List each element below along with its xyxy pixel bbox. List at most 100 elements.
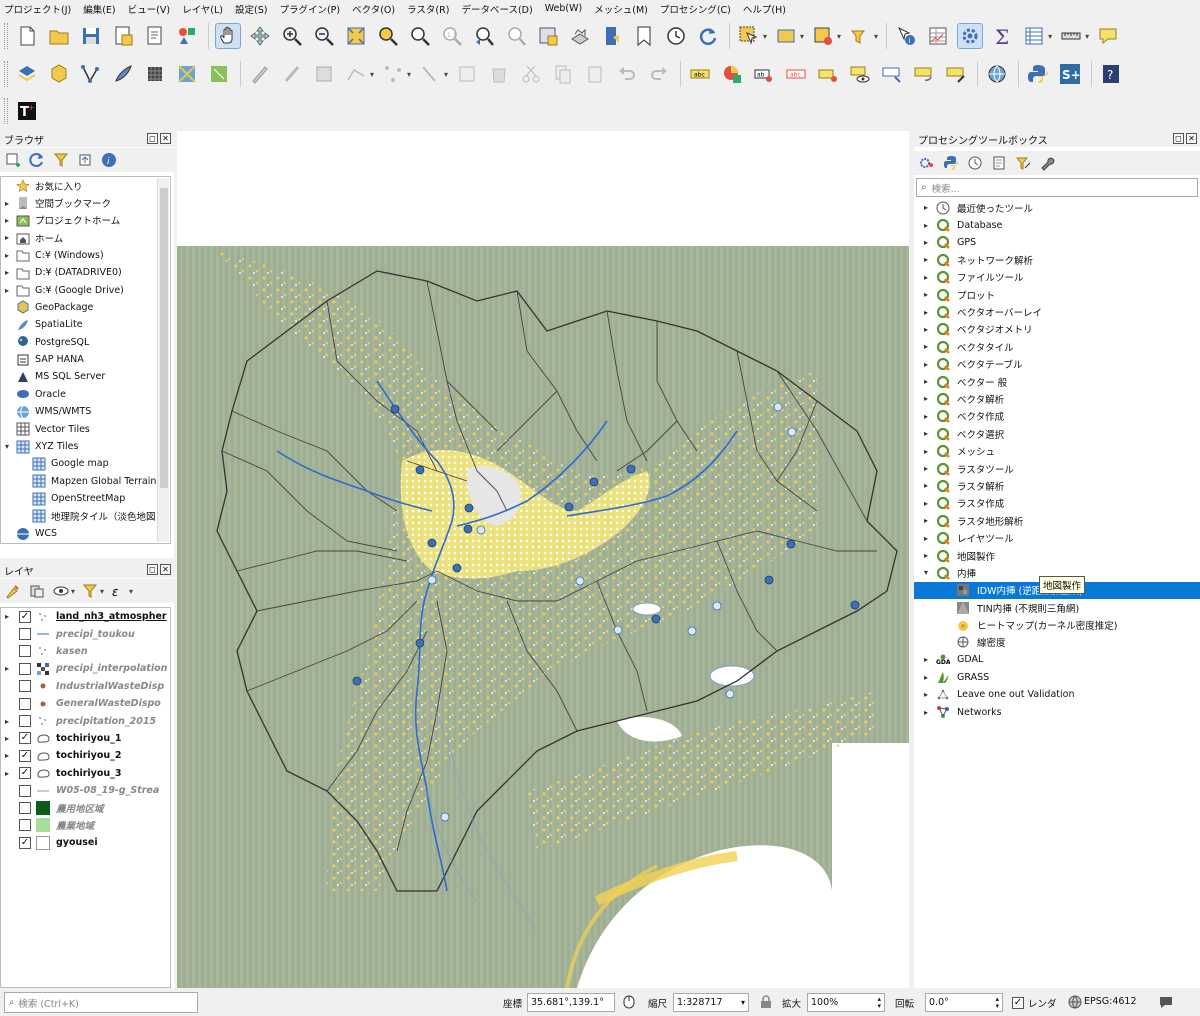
- expand-arrow-icon[interactable]: ▸: [1, 251, 13, 260]
- change-label-icon[interactable]: [943, 61, 969, 87]
- expand-arrow-icon[interactable]: ▸: [920, 447, 932, 456]
- open-table-icon[interactable]: [1021, 23, 1047, 49]
- add-selected-layers-icon[interactable]: [4, 151, 22, 169]
- toolbox-provider[interactable]: ▸ ラスタ解析: [914, 477, 1200, 494]
- globe-plugin-icon[interactable]: [984, 61, 1010, 87]
- expand-arrow-icon[interactable]: ▸: [920, 429, 932, 438]
- statistics-sigma-icon[interactable]: Σ: [989, 23, 1015, 49]
- layer-styling-icon[interactable]: [4, 582, 22, 600]
- browser-item[interactable]: ▸ C:¥ (Windows): [1, 247, 170, 264]
- expand-arrow-icon[interactable]: ▸: [1, 286, 13, 295]
- menu-item[interactable]: Web(W): [545, 3, 583, 14]
- expand-arrow-icon[interactable]: ▸: [920, 412, 932, 421]
- toolbox-provider[interactable]: ▸ 最近使ったツール: [914, 199, 1200, 216]
- layer-item[interactable]: 農用地区域: [1, 799, 170, 816]
- locator-search-input[interactable]: ⌕ 検索 (Ctrl+K): [4, 992, 198, 1013]
- toolbox-provider[interactable]: ▸ ファイルツール: [914, 269, 1200, 286]
- menu-item[interactable]: 設定(S): [235, 2, 267, 16]
- layer-item[interactable]: kasen: [1, 643, 170, 660]
- toolbox-provider[interactable]: ▸ ベクタ選択: [914, 425, 1200, 442]
- style-manager-icon[interactable]: [174, 23, 200, 49]
- new-3d-view-icon[interactable]: [567, 23, 593, 49]
- measure-icon[interactable]: [1058, 23, 1084, 49]
- expand-arrow-icon[interactable]: ▸: [1, 769, 13, 778]
- options-wrench-icon[interactable]: [1038, 154, 1056, 172]
- browser-item[interactable]: GeoPackage: [1, 299, 170, 316]
- expand-arrow-icon[interactable]: ▸: [1, 612, 13, 621]
- browser-item[interactable]: SpatiaLite: [1, 316, 170, 333]
- float-panel-icon[interactable]: ◻: [1173, 133, 1184, 144]
- properties-info-icon[interactable]: i: [100, 151, 118, 169]
- layer-visibility-checkbox[interactable]: [19, 680, 31, 693]
- data-source-manager-icon[interactable]: [14, 61, 40, 87]
- layer-item[interactable]: ▸ ✓ tochiriyou_3: [1, 765, 170, 782]
- zoom-out-icon[interactable]: [311, 23, 337, 49]
- browser-item[interactable]: ▸ プロジェクトホーム: [1, 212, 170, 229]
- layer-item[interactable]: 農業地域: [1, 817, 170, 834]
- close-panel-icon[interactable]: ✕: [160, 564, 171, 575]
- messages-icon[interactable]: [1158, 994, 1174, 1010]
- new-geopackage-icon[interactable]: [46, 61, 72, 87]
- browser-item[interactable]: ▸ G:¥ (Google Drive): [1, 281, 170, 298]
- toolbar-grip[interactable]: [4, 61, 8, 87]
- text-annotation-plugin-icon[interactable]: T +: [14, 98, 40, 124]
- expand-arrow-icon[interactable]: ▸: [1, 734, 13, 743]
- new-project-icon[interactable]: [14, 23, 40, 49]
- expand-arrow-icon[interactable]: ▸: [920, 238, 932, 247]
- browser-item[interactable]: Google map: [1, 455, 170, 472]
- show-bookmarks-icon[interactable]: [599, 23, 625, 49]
- layer-visibility-checkbox[interactable]: [19, 801, 31, 814]
- magnifier-spinbox[interactable]: 100% ▴ ▾: [807, 993, 885, 1012]
- toolbox-algorithm[interactable]: ヒートマップ(カーネル密度推定): [914, 616, 1200, 633]
- add-spatialite-icon[interactable]: [110, 61, 136, 87]
- highlight-pinned-labels-icon[interactable]: ab: [751, 61, 777, 87]
- layer-visibility-checkbox[interactable]: ✓: [19, 732, 31, 745]
- toolbox-provider[interactable]: ▸ ベクタジオメトリ: [914, 321, 1200, 338]
- select-features-icon[interactable]: [736, 23, 762, 49]
- zoom-full-icon[interactable]: [343, 23, 369, 49]
- browser-item[interactable]: Oracle: [1, 386, 170, 403]
- expand-arrow-icon[interactable]: ▸: [920, 708, 932, 717]
- toolbox-algorithm[interactable]: TIN内挿 (不規則三角網): [914, 599, 1200, 616]
- add-group-icon[interactable]: [28, 582, 46, 600]
- layer-visibility-checkbox[interactable]: [19, 715, 31, 728]
- mouse-toggle-icon[interactable]: [622, 994, 636, 1010]
- pan-map-icon[interactable]: [215, 23, 241, 49]
- expand-arrow-icon[interactable]: ▸: [920, 308, 932, 317]
- layer-visibility-checkbox[interactable]: [19, 819, 31, 832]
- toolbox-provider[interactable]: ▸ ラスタツール: [914, 460, 1200, 477]
- toolbox-provider[interactable]: ▸ GDAL GDAL: [914, 651, 1200, 668]
- menu-item[interactable]: レイヤ(L): [182, 2, 223, 16]
- browser-item[interactable]: OpenStreetMap: [1, 490, 170, 507]
- expanded-arrow-icon[interactable]: ▾: [920, 568, 932, 577]
- new-bookmark-icon[interactable]: [631, 23, 657, 49]
- layer-visibility-checkbox[interactable]: ✓: [19, 836, 31, 849]
- crs-button[interactable]: EPSG:4612: [1084, 996, 1137, 1007]
- expand-arrow-icon[interactable]: ▸: [920, 481, 932, 490]
- map-canvas[interactable]: [177, 131, 909, 988]
- expand-arrow-icon[interactable]: ▸: [920, 290, 932, 299]
- scripts-python-icon[interactable]: [942, 154, 960, 172]
- new-map-view-icon[interactable]: [535, 23, 561, 49]
- zoom-selection-icon[interactable]: [375, 23, 401, 49]
- layer-item[interactable]: W05-08_19-g_Strea: [1, 782, 170, 799]
- expand-arrow-icon[interactable]: ▸: [1, 233, 13, 242]
- toolbox-algorithm[interactable]: 線密度: [914, 634, 1200, 651]
- attribute-table-icon[interactable]: [925, 23, 951, 49]
- coordinate-field[interactable]: 35.681°,139.1°: [527, 993, 615, 1012]
- filter-by-expression-icon[interactable]: ε: [110, 582, 128, 600]
- render-checkbox[interactable]: ✓: [1012, 997, 1024, 1009]
- menu-item[interactable]: ヘルプ(H): [743, 2, 786, 16]
- expand-arrow-icon[interactable]: ▸: [920, 325, 932, 334]
- browser-item[interactable]: Mapzen Global Terrain: [1, 473, 170, 490]
- expand-arrow-icon[interactable]: ▸: [1, 199, 13, 208]
- toolbox-provider[interactable]: ▸ Database: [914, 216, 1200, 233]
- toolbox-provider[interactable]: ▸ ラスタ作成: [914, 495, 1200, 512]
- toolbox-provider[interactable]: ▸ ベクタ作成: [914, 408, 1200, 425]
- toolbar-grip[interactable]: [4, 98, 8, 124]
- diagram-options-icon[interactable]: [719, 61, 745, 87]
- statplanet-s-plus-icon[interactable]: S+: [1057, 61, 1083, 87]
- lock-scale-icon[interactable]: [760, 995, 772, 1009]
- toolbox-provider[interactable]: ▸ ネットワーク解析: [914, 251, 1200, 268]
- expand-arrow-icon[interactable]: ▸: [920, 255, 932, 264]
